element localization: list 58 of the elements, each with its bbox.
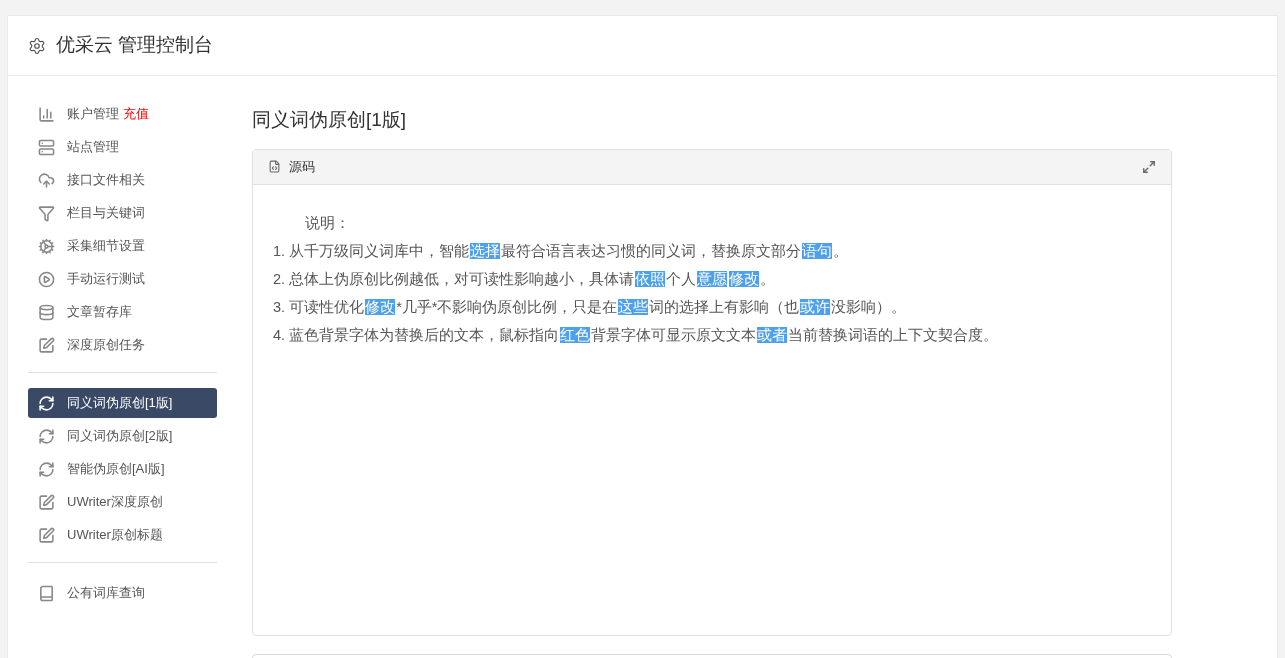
sidebar-item[interactable]: UWriter深度原创 [28, 487, 217, 517]
sidebar-item[interactable]: 同义词伪原创[2版] [28, 421, 217, 451]
sidebar-item[interactable]: 文章暂存库 [28, 297, 217, 327]
description-text: 。 [833, 242, 849, 259]
fullscreen-icon[interactable] [1142, 159, 1156, 174]
sidebar-item[interactable]: 智能伪原创[AI版] [28, 454, 217, 484]
description-text: 3. 可读性优化 [273, 298, 365, 315]
sidebar-item[interactable]: 公有词库查询 [28, 578, 217, 608]
book-icon [38, 584, 55, 602]
description-text: 2. 总体上伪原创比例越低，对可读性影响越小，具体请 [273, 270, 635, 287]
highlighted-word: 修改 [365, 298, 396, 315]
sidebar-item[interactable]: 手动运行测试 [28, 264, 217, 294]
app-title: 优采云 管理控制台 [56, 33, 214, 58]
edit-icon [38, 493, 55, 511]
highlighted-word: 红色 [560, 326, 591, 343]
play-icon [38, 270, 55, 288]
sidebar-item[interactable]: 同义词伪原创[1版] [28, 388, 217, 418]
description-text: *几乎*不影响伪原创比例，只是在 [396, 298, 618, 315]
highlighted-word: 依照 [635, 270, 666, 287]
description-text: 背景字体可显示原文文本 [591, 326, 757, 343]
bar-chart-icon [38, 105, 55, 123]
description-text: 当前替换词语的上下文契合度。 [788, 326, 999, 343]
refresh-icon [38, 460, 55, 478]
highlighted-word: 意愿 [697, 270, 728, 287]
recharge-link[interactable]: 充值 [123, 104, 149, 124]
page-title: 同义词伪原创[1版] [252, 108, 408, 132]
description-text: 最符合语言表达习惯的同义词，替换原文部分 [501, 242, 802, 259]
edit-icon [38, 336, 55, 354]
highlighted-word: 修改 [729, 270, 760, 287]
description-text: 4. 蓝色背景字体为替换后的文本，鼠标指向 [273, 326, 560, 343]
server-icon [38, 138, 55, 156]
code-file-icon [268, 160, 281, 173]
description-text: 没影响）。 [831, 298, 907, 315]
filter-icon [38, 204, 55, 222]
highlighted-word: 或者 [757, 326, 788, 343]
panel-title: 源码 [289, 157, 315, 176]
highlighted-word: 这些 [618, 298, 649, 315]
sidebar-item[interactable]: 深度原创任务 [28, 330, 217, 360]
description-text: 1. 从千万级同义词库中，智能 [273, 242, 470, 259]
highlighted-word: 语句 [802, 242, 833, 259]
edit-icon [38, 526, 55, 544]
sidebar-item[interactable]: 站点管理 [28, 132, 217, 162]
sidebar-item[interactable]: 账户管理 充值 [28, 99, 217, 129]
sidebar-item[interactable]: 栏目与关键词 [28, 198, 217, 228]
sidebar-item[interactable]: 接口文件相关 [28, 165, 217, 195]
database-icon [38, 303, 55, 321]
highlighted-word: 或许 [800, 298, 831, 315]
description-text: 个人 [666, 270, 697, 287]
intro-text: 说明： [304, 213, 351, 233]
cloud-upload-icon [38, 171, 55, 189]
description-text: 词的选择上有影响（也 [649, 298, 800, 315]
highlighted-word: 选择 [470, 242, 501, 259]
settings-icon [28, 36, 46, 55]
sidebar-item[interactable]: 采集细节设置 [28, 231, 217, 261]
description-text: 。 [760, 270, 776, 287]
sidebar-item[interactable]: UWriter原创标题 [28, 520, 217, 550]
refresh-icon [38, 394, 55, 412]
refresh-icon [38, 427, 55, 445]
